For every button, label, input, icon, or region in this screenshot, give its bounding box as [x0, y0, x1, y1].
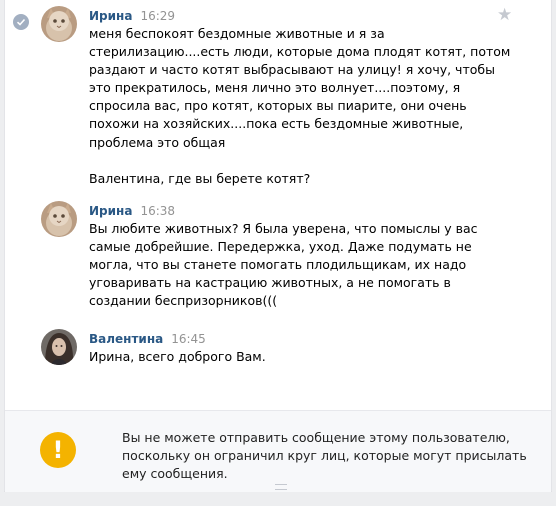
text-line: Ирина, всего доброго Вам. [89, 349, 266, 364]
author-name[interactable]: Ирина [89, 204, 132, 218]
message-text: Вы любите животных? Я была уверена, что … [89, 220, 478, 310]
message-text: меня беспокоят бездомные животные и я за… [89, 25, 511, 188]
message-time[interactable]: 16:38 [140, 204, 175, 218]
text-line: Валентина, где вы берете котят? [89, 170, 311, 186]
blocked-notice: ! Вы не можете отправить сообщение этому… [5, 410, 551, 492]
avatar[interactable] [41, 329, 77, 365]
notice-line: ему сообщения. [122, 466, 228, 481]
message-header: Ирина 16:29 [89, 8, 175, 24]
message-header: Валентина 16:45 [89, 331, 206, 347]
notice-line: Вы не можете отправить сообщение этому п… [122, 430, 510, 445]
message-text: Ирина, всего доброго Вам. [89, 348, 469, 366]
text-line: меня беспокоят бездомные животные и я за [89, 26, 385, 41]
message-time[interactable]: 16:29 [140, 9, 175, 23]
message-time[interactable]: 16:45 [171, 332, 206, 346]
author-name[interactable]: Ирина [89, 9, 132, 23]
author-name[interactable]: Валентина [89, 332, 163, 346]
text-line: это прекратилось, меня лично это волнует… [89, 80, 461, 96]
text-line: раздают и часто котят выбрасывают на ули… [89, 62, 495, 78]
avatar[interactable] [41, 201, 77, 237]
star-icon[interactable]: ★ [497, 6, 512, 24]
message-header: Ирина 16:38 [89, 203, 175, 219]
text-line: похожи на хозяйских....пока есть бездомн… [89, 116, 464, 132]
text-line: могла, что вы станете помогать плодильщи… [89, 257, 467, 273]
check-circle-icon [13, 14, 29, 30]
text-line: спросила вас, про котят, которых вы пиар… [89, 98, 467, 114]
text-line: самые добрейшие. Передержка, уход. Даже … [89, 239, 472, 255]
grip-icon[interactable] [275, 484, 287, 490]
warning-icon: ! [40, 432, 76, 468]
avatar[interactable] [41, 6, 77, 42]
text-line: Вы любите животных? Я была уверена, что … [89, 221, 478, 236]
text-line: уговаривать на кастрацию животных, а не … [89, 275, 451, 291]
dialog-panel: Ирина 16:29 ★ меня беспокоят бездомные жи… [4, 0, 552, 492]
text-line: проблема это общая [89, 134, 226, 150]
text-line: стерилизацию....есть люди, которые дома … [89, 44, 511, 60]
notice-line: поскольку он ограничил круг лиц, которые… [122, 448, 527, 463]
notice-text: Вы не можете отправить сообщение этому п… [122, 429, 532, 483]
text-line: создании беспризорников((( [89, 293, 278, 309]
